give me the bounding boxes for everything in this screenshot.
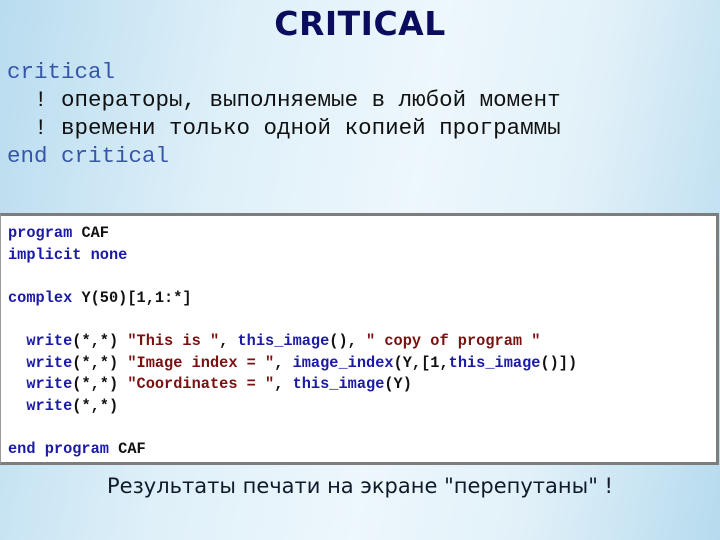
keyword-end-critical: end critical: [7, 143, 170, 169]
code-listing-box: program CAF implicit none complex Y(50)[…: [0, 213, 719, 465]
keyword-write: write: [8, 331, 73, 350]
separator: ,: [274, 353, 293, 372]
function-image-index: image_index: [292, 353, 394, 372]
keyword-complex: complex: [8, 288, 73, 307]
paren: (Y,[1,: [393, 353, 449, 372]
string-literal: "This is ": [127, 331, 220, 350]
keyword-write: write: [8, 353, 73, 372]
comment-text-line-2: времени только одной копией программы: [47, 115, 561, 141]
separator: ,: [274, 375, 293, 394]
keyword-write: write: [8, 396, 73, 415]
write-args: (*,*): [72, 353, 128, 372]
keyword-program: program: [8, 224, 73, 242]
separator: ,: [347, 331, 367, 350]
keyword-write: write: [8, 375, 73, 394]
write-args: (*,*): [72, 331, 128, 350]
keyword-implicit-none: implicit none: [8, 245, 128, 264]
paren: (Y): [384, 375, 412, 394]
comment-mark: !: [7, 87, 48, 113]
footer-note: Результаты печати на экране "перепутаны"…: [107, 474, 613, 498]
separator: ,: [219, 331, 238, 350]
write-args: (*,*): [72, 375, 128, 394]
slide-title: CRITICAL: [274, 4, 446, 43]
paren: (): [329, 331, 348, 350]
string-literal: "Coordinates = ": [127, 375, 275, 394]
program-name: CAF: [108, 439, 146, 458]
program-name: CAF: [72, 224, 109, 242]
fortran-code: program CAF implicit none complex Y(50)[…: [8, 223, 577, 461]
comment-mark: !: [7, 115, 48, 141]
keyword-critical: critical: [7, 59, 116, 85]
function-this-image: this_image: [237, 331, 330, 350]
comment-text-line-1: операторы, выполняемые в любой момент: [47, 87, 561, 113]
function-this-image: this_image: [448, 353, 541, 372]
write-args: (*,*): [72, 396, 119, 415]
keyword-end-program: end program: [8, 439, 109, 458]
paren: ()]): [540, 353, 578, 372]
string-literal: "Image index = ": [127, 353, 275, 372]
critical-construct-description: critical ! операторы, выполняемые в любо…: [7, 58, 561, 170]
coarray-declaration: Y(50)[1,1:*]: [72, 288, 192, 307]
string-literal: " copy of program ": [366, 331, 541, 350]
function-this-image: this_image: [292, 375, 385, 394]
